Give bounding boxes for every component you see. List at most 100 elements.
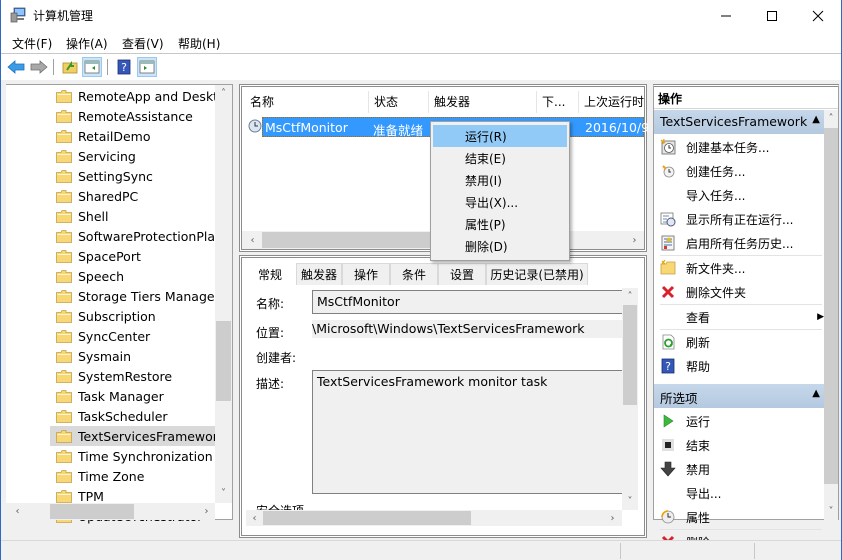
tree-hscroll-thumb[interactable] (50, 504, 134, 519)
action-item[interactable]: 导出... (654, 481, 824, 505)
task-details: 常规 触发器 操作 条件 设置 历史记录(已禁用) 名称: MsCtfMonit… (239, 255, 647, 538)
minimize-button[interactable] (703, 0, 749, 31)
action-item[interactable]: 启用所有任务历史... (654, 231, 824, 255)
actions-scroll-thumb[interactable] (824, 128, 838, 484)
column-header-last-run[interactable]: 上次运行时 (584, 93, 644, 110)
folder-icon (56, 409, 72, 423)
forward-button[interactable] (29, 57, 49, 77)
action-item[interactable]: 属性 (654, 505, 824, 529)
action-item[interactable]: ? 帮助 (654, 354, 824, 378)
context-run[interactable]: 运行(R) (433, 125, 567, 147)
tree-item-label: SettingSync (78, 168, 153, 184)
action-item[interactable]: 删除文件夹 (654, 280, 824, 304)
scroll-up-arrow[interactable]: ˄ (824, 110, 838, 127)
action-item[interactable]: 创建基本任务... (654, 135, 824, 159)
details-scroll-thumb[interactable] (623, 305, 637, 405)
action-item[interactable]: 结束 (654, 433, 824, 457)
show-hide-console-tree-button[interactable] (82, 57, 102, 77)
window-title: 计算机管理 (33, 9, 94, 23)
action-item[interactable]: 导入任务... (654, 183, 824, 207)
tree-item[interactable]: SettingSync (50, 166, 220, 186)
tab-actions[interactable]: 操作 (342, 263, 390, 285)
show-hide-action-pane-button[interactable] (137, 57, 157, 77)
action-item[interactable]: 刷新 (654, 330, 824, 354)
details-hscroll-thumb[interactable] (263, 511, 471, 525)
column-header-next-run[interactable]: 下... (542, 93, 565, 110)
tree-item[interactable]: TextServicesFramework (50, 426, 220, 446)
tree-item[interactable]: SyncCenter (50, 326, 220, 346)
maximize-button[interactable] (749, 0, 795, 31)
menu-file[interactable]: 文件(F) (12, 35, 52, 52)
tree-scroll-thumb[interactable] (216, 321, 231, 401)
tree-item[interactable]: Servicing (50, 146, 220, 166)
actions-section-folder[interactable]: TextServicesFramework ▲ (654, 110, 826, 134)
action-item[interactable]: 显示所有正在运行... (654, 207, 824, 231)
close-button[interactable] (795, 0, 841, 31)
context-end[interactable]: 结束(E) (433, 147, 567, 169)
context-properties[interactable]: 属性(P) (433, 213, 567, 235)
column-header-trigger[interactable]: 触发器 (434, 93, 470, 110)
tree-item[interactable]: Storage Tiers Management (50, 286, 220, 306)
scroll-left-arrow[interactable]: ‹ (246, 510, 263, 526)
tree-item[interactable]: Speech (50, 266, 220, 286)
tree-item[interactable]: Sysmain (50, 346, 220, 366)
tree-item[interactable]: Shell (50, 206, 220, 226)
console-tree-icon (84, 60, 100, 74)
tree-item[interactable]: SoftwareProtectionPlatform (50, 226, 220, 246)
menu-view[interactable]: 查看(V) (122, 35, 164, 52)
tree-item[interactable]: Time Zone (50, 466, 220, 486)
scroll-left-arrow[interactable]: ‹ (244, 231, 261, 249)
tab-general[interactable]: 常规 (244, 261, 296, 286)
tree-item[interactable]: RemoteAssistance (50, 106, 220, 126)
tree-horizontal-scrollbar[interactable]: ‹ › (6, 503, 215, 520)
action-label: 属性 (686, 510, 711, 525)
scroll-up-arrow[interactable]: ˄ (622, 288, 638, 305)
tab-history[interactable]: 历史记录(已禁用) (486, 263, 588, 285)
tree-item[interactable]: SharedPC (50, 186, 220, 206)
name-field[interactable]: MsCtfMonitor (312, 290, 622, 314)
scroll-down-arrow[interactable]: ˅ (622, 493, 638, 510)
details-horizontal-scrollbar[interactable]: ‹ › (246, 510, 622, 526)
context-delete[interactable]: 删除(D) (433, 235, 567, 257)
tree-item[interactable]: RemoteApp and Desktop (50, 86, 220, 106)
tab-conditions[interactable]: 条件 (390, 263, 438, 285)
enable-history-icon (660, 235, 676, 251)
column-header-name[interactable]: 名称 (250, 93, 274, 110)
scroll-down-arrow[interactable]: ˅ (215, 485, 232, 502)
action-item[interactable]: 新文件夹... (654, 256, 824, 280)
tree-item[interactable]: Subscription (50, 306, 220, 326)
context-disable[interactable]: 禁用(I) (433, 169, 567, 191)
tab-triggers[interactable]: 触发器 (296, 263, 342, 285)
action-item[interactable]: 查看 ▶ (654, 305, 824, 329)
scroll-right-arrow[interactable]: › (604, 510, 621, 526)
tree-item[interactable]: TaskScheduler (50, 406, 220, 426)
details-vertical-scrollbar[interactable]: ˄ ˅ (622, 288, 638, 510)
tree-item[interactable]: SystemRestore (50, 366, 220, 386)
action-item[interactable]: 运行 (654, 409, 824, 433)
tab-settings[interactable]: 设置 (438, 263, 486, 285)
folder-icon (56, 109, 72, 123)
up-folder-button[interactable] (60, 57, 80, 77)
scroll-right-arrow[interactable]: › (198, 503, 215, 520)
tree-item[interactable]: Task Manager (50, 386, 220, 406)
scroll-up-arrow[interactable]: ˄ (215, 85, 232, 102)
actions-section-selected[interactable]: 所选项 ▲ (654, 384, 826, 408)
scroll-right-arrow[interactable]: › (626, 231, 643, 249)
scroll-left-arrow[interactable]: ‹ (9, 503, 26, 520)
task-list-hscroll-thumb[interactable] (262, 232, 442, 248)
column-header-status[interactable]: 状态 (374, 93, 398, 110)
tree-item[interactable]: SpacePort (50, 246, 220, 266)
actions-vertical-scrollbar[interactable]: ˄ ˅ (824, 110, 838, 520)
description-field[interactable]: TextServicesFramework monitor task (312, 370, 622, 494)
menu-help[interactable]: 帮助(H) (178, 35, 220, 52)
tree-item[interactable]: Time Synchronization (50, 446, 220, 466)
help-button[interactable]: ? (114, 57, 134, 77)
back-button[interactable] (6, 57, 26, 77)
action-item[interactable]: 创建任务... (654, 159, 824, 183)
action-item[interactable]: 禁用 (654, 457, 824, 481)
tree-item[interactable]: RetailDemo (50, 126, 220, 146)
context-export[interactable]: 导出(X)... (433, 191, 567, 213)
scroll-down-arrow[interactable]: ˅ (824, 503, 838, 520)
menu-action[interactable]: 操作(A) (66, 35, 108, 52)
tree-vertical-scrollbar[interactable]: ˄ ˅ (215, 85, 232, 503)
